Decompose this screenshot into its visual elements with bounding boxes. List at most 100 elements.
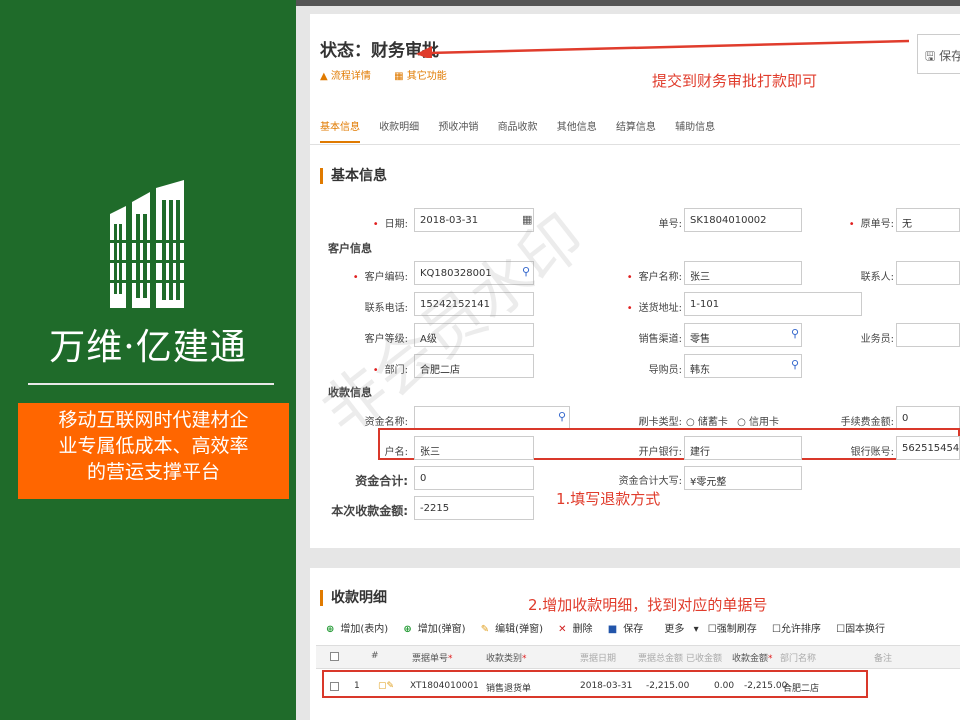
search-icon[interactable]: ⚲: [522, 265, 530, 278]
refund-annotation: 1.填写退款方式: [556, 490, 661, 508]
cust-code-field[interactable]: KQ180328001: [414, 261, 534, 285]
force-refresh-checkbox[interactable]: ☐强制刷存: [708, 624, 763, 635]
row-checkbox[interactable]: [330, 682, 339, 691]
tab-goods-receipt[interactable]: 商品收款: [498, 118, 538, 141]
col-index: #: [371, 651, 379, 661]
row-bill-no[interactable]: XT1804010001: [410, 681, 479, 691]
col-bill-no[interactable]: 票据单号*: [412, 651, 453, 664]
dept-label: • 部门:: [372, 365, 408, 376]
save-icon: 🖫: [925, 49, 936, 63]
tab-prepay-offset[interactable]: 预收冲销: [438, 118, 478, 141]
amount-field[interactable]: -2215: [414, 496, 534, 520]
order-no-field[interactable]: SK1804010002: [684, 208, 802, 232]
col-note[interactable]: 备注: [874, 651, 892, 664]
orig-no-field[interactable]: 无: [896, 208, 960, 232]
edit-popup-button[interactable]: ✎ 编辑(弹窗): [481, 624, 549, 635]
detail-annotation: 2.增加收款明细，找到对应的单据号: [528, 596, 768, 614]
detail-toolbar: ⊕ 增加(表内) ⊕ 增加(弹窗) ✎ 编辑(弹窗) ✕ 删除 ■ 保存 更多 ▾ ☐强制…: [326, 620, 897, 635]
fund-name-label: 资金名称:: [364, 417, 408, 428]
cust-name-field[interactable]: 张三: [684, 261, 802, 285]
fund-total-upper-label: 资金合计大写:: [618, 476, 682, 487]
allow-sort-checkbox[interactable]: ☐允许排序: [772, 624, 827, 635]
fund-total-field[interactable]: 0: [414, 466, 534, 490]
card-type-label: 刷卡类型:: [638, 417, 682, 428]
row-category[interactable]: 销售退货单: [486, 681, 531, 694]
col-total[interactable]: 票据总金额: [638, 651, 683, 664]
tagline-box: 移动互联网时代建材企 业专属低成本、高效率 的营运支撑平台: [18, 403, 289, 499]
tab-settlement[interactable]: 结算信息: [616, 118, 656, 141]
phone-field[interactable]: 15242152141: [414, 292, 534, 316]
col-category[interactable]: 收款类别*: [486, 651, 527, 664]
fund-name-field[interactable]: [414, 406, 570, 430]
add-popup-button[interactable]: ⊕ 增加(弹窗): [403, 624, 471, 635]
fee-field[interactable]: 0: [896, 406, 960, 430]
radio-credit[interactable]: ○ 信用卡: [737, 417, 779, 428]
row-index: 1: [354, 681, 360, 691]
salesman-field[interactable]: [896, 323, 960, 347]
address-label: • 送货地址:: [626, 303, 682, 314]
card-type-options: ○ 储蓄卡 ○ 信用卡: [686, 413, 779, 428]
radio-savings[interactable]: ○ 储蓄卡: [686, 417, 728, 428]
tab-basic[interactable]: 基本信息: [320, 118, 360, 143]
bank-label: 开户银行:: [638, 447, 682, 458]
tab-bar: 基本信息 收款明细 预收冲销 商品收款 其他信息 结算信息 辅助信息: [320, 118, 731, 143]
amount-label: 本次收款金额:: [331, 504, 408, 518]
tab-auxiliary[interactable]: 辅助信息: [675, 118, 715, 141]
channel-field[interactable]: 零售: [684, 323, 802, 347]
account-name-label: 户名:: [384, 447, 408, 458]
add-inline-button[interactable]: ⊕ 增加(表内): [326, 624, 394, 635]
arrow-annotation-icon: [416, 39, 910, 58]
orig-no-label: • 原单号:: [848, 219, 894, 230]
col-amount[interactable]: 收款金额*: [732, 651, 773, 664]
toolbar-save-button[interactable]: ■ 保存: [608, 624, 649, 635]
account-no-label: 银行账号:: [850, 447, 894, 458]
delete-button[interactable]: ✕ 删除: [558, 624, 598, 635]
calendar-icon[interactable]: ▦: [522, 213, 532, 226]
row-edit-icon[interactable]: ▢✎: [378, 681, 394, 691]
row-date: 2018-03-31: [580, 681, 633, 691]
guide-label: 导购员:: [648, 365, 682, 376]
tab-divider: [310, 144, 960, 145]
fee-label: 手续费金额:: [840, 417, 894, 428]
tab-receipt-detail[interactable]: 收款明细: [379, 118, 419, 141]
sub-links: ▲ 流程详情 ▦ 其它功能: [320, 67, 467, 82]
more-dropdown[interactable]: 更多 ▾: [664, 624, 698, 635]
search-icon[interactable]: ⚲: [791, 358, 799, 371]
customer-group-label: 客户信息: [328, 242, 372, 255]
date-field[interactable]: 2018-03-31: [414, 208, 534, 232]
search-icon[interactable]: ⚲: [558, 410, 566, 423]
search-icon[interactable]: ⚲: [791, 327, 799, 340]
guide-field[interactable]: 韩东: [684, 354, 802, 378]
wrap-checkbox[interactable]: ☐固本换行: [836, 624, 891, 635]
tagline-line: 业专属低成本、高效率: [58, 435, 249, 457]
other-functions-link[interactable]: ▦ 其它功能: [394, 71, 457, 82]
brand-divider: [28, 383, 274, 385]
contact-label: 联系人:: [860, 272, 894, 283]
row-dept: 合肥二店: [783, 684, 820, 694]
channel-label: 销售渠道:: [638, 334, 682, 345]
bank-field[interactable]: 建行: [684, 436, 802, 460]
building-logo-icon: [110, 180, 184, 308]
dept-field[interactable]: 合肥二店: [414, 354, 534, 378]
save-button[interactable]: 🖫 保存: [917, 34, 960, 74]
level-field[interactable]: A级: [414, 323, 534, 347]
tagline-line: 的营运支撑平台: [86, 461, 220, 483]
account-no-field[interactable]: 5625154545: [896, 436, 960, 460]
cust-code-label: • 客户编码:: [352, 272, 408, 283]
fund-total-upper-field[interactable]: ¥零元整: [684, 466, 802, 490]
col-received[interactable]: 已收金额: [686, 651, 722, 664]
order-no-label: 单号:: [658, 219, 682, 230]
phone-label: 联系电话:: [364, 303, 408, 314]
col-date[interactable]: 票据日期: [580, 651, 616, 664]
account-name-field[interactable]: 张三: [414, 436, 534, 460]
select-all-checkbox[interactable]: [330, 652, 339, 661]
flow-detail-link[interactable]: ▲ 流程详情: [320, 71, 381, 82]
brand-title: 万维·亿建通: [49, 327, 247, 368]
tab-other[interactable]: 其他信息: [557, 118, 597, 141]
section-detail-title: 收款明细: [320, 590, 387, 606]
col-dept[interactable]: 部门名称: [780, 651, 816, 664]
row-amount[interactable]: -2,215.00: [744, 681, 787, 691]
cust-name-label: • 客户名称:: [626, 272, 682, 283]
address-field[interactable]: 1-101: [684, 292, 862, 316]
contact-field[interactable]: [896, 261, 960, 285]
